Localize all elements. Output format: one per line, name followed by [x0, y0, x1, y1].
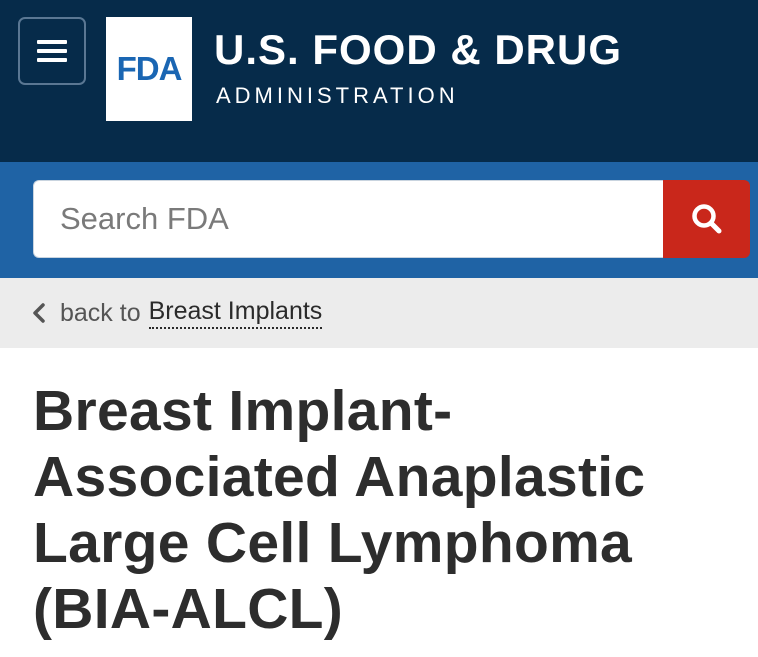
breast-implants-link[interactable]: Breast Implants: [148, 297, 323, 329]
menu-button[interactable]: [18, 17, 86, 85]
search-input[interactable]: [33, 180, 663, 258]
agency-subtitle[interactable]: ADMINISTRATION: [216, 83, 459, 109]
fda-logo[interactable]: FDA: [106, 17, 192, 121]
search-icon: [691, 204, 721, 234]
breadcrumb: back to Breast Implants: [0, 278, 758, 348]
hamburger-icon: [37, 40, 67, 62]
back-label: back to: [60, 298, 141, 327]
logo-text: FDA: [116, 50, 183, 87]
page-title: Breast Implant-Associated Anaplastic Lar…: [33, 379, 646, 641]
search-bar: [0, 162, 758, 278]
agency-name[interactable]: U.S. FOOD & DRUG: [214, 26, 622, 74]
site-header: FDA U.S. FOOD & DRUG ADMINISTRATION: [0, 0, 758, 162]
search-button[interactable]: [663, 180, 750, 258]
chevron-left-icon: [32, 302, 46, 324]
